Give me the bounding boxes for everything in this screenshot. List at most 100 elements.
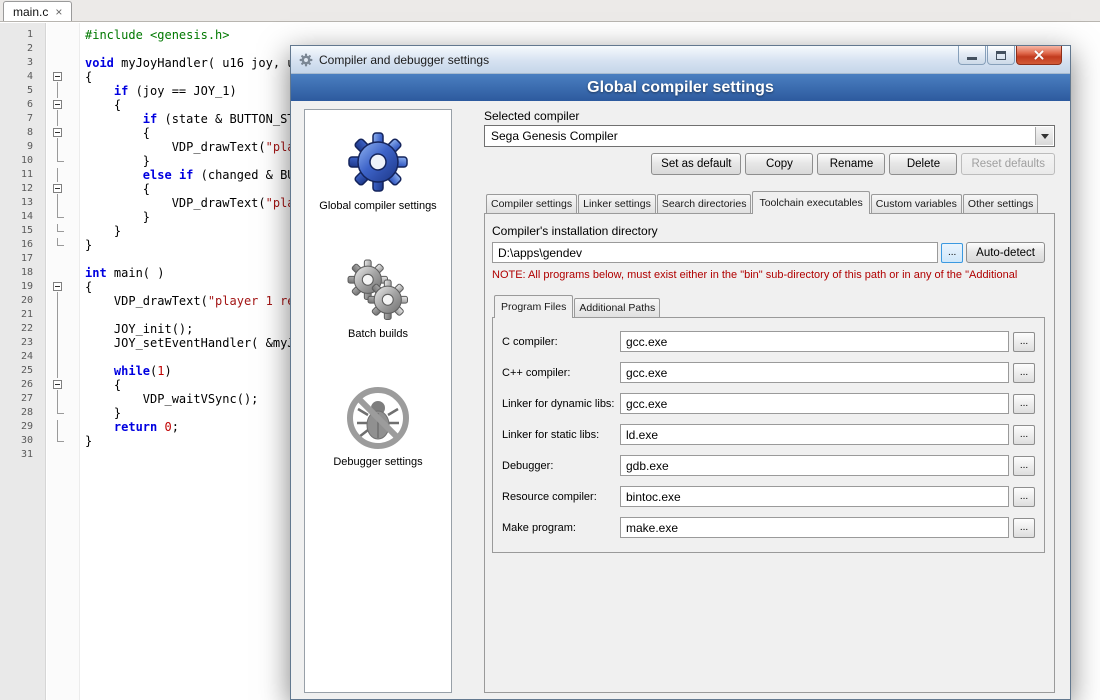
sidebar-item-debugger-settings[interactable]: Debugger settings: [305, 386, 451, 468]
code-text: #include <genesis.h>: [80, 28, 230, 42]
make-program-input[interactable]: [620, 517, 1009, 538]
tab-toolchain-executables[interactable]: Toolchain executables: [752, 191, 869, 214]
sidebar-item-global-compiler-settings[interactable]: Global compiler settings: [305, 130, 451, 212]
dialog-gear-icon: [299, 53, 313, 67]
fold-marker[interactable]: [40, 126, 80, 140]
linker-for-dynamic-libs-input[interactable]: [620, 393, 1009, 414]
fold-margin-cell: [40, 266, 80, 280]
copy-button[interactable]: Copy: [745, 153, 813, 175]
dialog-titlebar[interactable]: Compiler and debugger settings: [291, 46, 1070, 74]
editor-tab-label: main.c: [13, 5, 48, 19]
fold-margin-cell: [40, 28, 80, 42]
tab-compiler-settings[interactable]: Compiler settings: [486, 194, 577, 213]
line-number: 1: [0, 28, 40, 42]
fold-marker[interactable]: [40, 280, 80, 294]
compiler-dropdown-value: Sega Genesis Compiler: [491, 129, 618, 143]
dropdown-arrow-button[interactable]: [1035, 127, 1053, 145]
compiler-actions: Set as defaultCopyRenameDeleteReset defa…: [484, 153, 1055, 175]
fold-margin-cell: [40, 56, 80, 70]
program-row: Resource compiler:...: [502, 486, 1035, 507]
auto-detect-button[interactable]: Auto-detect: [966, 242, 1045, 263]
fold-margin-cell: [40, 350, 80, 364]
c-compiler-browse-button[interactable]: ...: [1013, 332, 1035, 352]
batch-gears-icon: [346, 258, 410, 322]
c-compiler-label: C compiler:: [502, 336, 620, 348]
line-number: 15: [0, 224, 40, 238]
code-text: }: [80, 154, 150, 168]
subtab-program-files[interactable]: Program Files: [494, 295, 573, 318]
code-line: 1 #include <genesis.h>: [0, 28, 1100, 42]
fold-margin-cell: [40, 154, 80, 168]
linker-for-dynamic-libs-browse-button[interactable]: ...: [1013, 394, 1035, 414]
compiler-settings-dialog: Compiler and debugger settings Global co…: [290, 45, 1071, 700]
fold-margin-cell: [40, 112, 80, 126]
linker-for-static-libs-input[interactable]: [620, 424, 1009, 445]
settings-tabbar: Compiler settingsLinker settingsSearch d…: [484, 191, 1055, 213]
line-number: 2: [0, 42, 40, 56]
close-icon: [1033, 49, 1045, 61]
debugger-browse-button[interactable]: ...: [1013, 456, 1035, 476]
tab-search-directories[interactable]: Search directories: [657, 194, 752, 213]
program-row: Linker for dynamic libs:...: [502, 393, 1035, 414]
line-number: 4: [0, 70, 40, 84]
code-text: VDP_drawText("play: [80, 196, 302, 210]
linker-for-static-libs-label: Linker for static libs:: [502, 429, 620, 441]
make-program-browse-button[interactable]: ...: [1013, 518, 1035, 538]
tab-linker-settings[interactable]: Linker settings: [578, 194, 656, 213]
program-row: C++ compiler:...: [502, 362, 1035, 383]
tab-close-icon[interactable]: ×: [55, 6, 62, 18]
fold-margin-cell: [40, 420, 80, 434]
linker-for-static-libs-browse-button[interactable]: ...: [1013, 425, 1035, 445]
c-compiler-input[interactable]: [620, 362, 1009, 383]
line-number: 19: [0, 280, 40, 294]
compiler-dropdown[interactable]: Sega Genesis Compiler: [484, 125, 1055, 147]
rename-button[interactable]: Rename: [817, 153, 885, 175]
fold-margin-cell: [40, 392, 80, 406]
line-number: 7: [0, 112, 40, 126]
tab-custom-variables[interactable]: Custom variables: [871, 194, 962, 213]
fold-marker[interactable]: [40, 378, 80, 392]
code-text: }: [80, 434, 92, 448]
code-text: [80, 448, 85, 462]
fold-marker[interactable]: [40, 182, 80, 196]
toolchain-executables-page: Compiler's installation directory ... Au…: [484, 213, 1055, 693]
line-number: 12: [0, 182, 40, 196]
tab-other-settings[interactable]: Other settings: [963, 194, 1038, 213]
fold-margin-cell: [40, 336, 80, 350]
fold-marker[interactable]: [40, 98, 80, 112]
maximize-button[interactable]: [987, 46, 1015, 65]
line-number: 18: [0, 266, 40, 280]
set-as-default-button[interactable]: Set as default: [651, 153, 741, 175]
code-text: {: [80, 70, 92, 84]
resource-compiler-input[interactable]: [620, 486, 1009, 507]
close-button[interactable]: [1016, 46, 1062, 65]
sidebar-item-batch-builds[interactable]: Batch builds: [305, 258, 451, 340]
delete-button[interactable]: Delete: [889, 153, 957, 175]
line-number: 20: [0, 294, 40, 308]
c-compiler-input[interactable]: [620, 331, 1009, 352]
debugger-input[interactable]: [620, 455, 1009, 476]
resource-compiler-browse-button[interactable]: ...: [1013, 487, 1035, 507]
subtab-additional-paths[interactable]: Additional Paths: [574, 298, 660, 317]
code-text: JOY_init();: [80, 322, 193, 336]
fold-marker[interactable]: [40, 70, 80, 84]
code-text: [80, 42, 85, 56]
line-number: 8: [0, 126, 40, 140]
code-text: void myJoyHandler( u16 joy, u1: [80, 56, 302, 70]
c-compiler-browse-button[interactable]: ...: [1013, 363, 1035, 383]
dialog-header: Global compiler settings: [291, 74, 1070, 101]
program-row: Debugger:...: [502, 455, 1035, 476]
no-bug-icon: [346, 386, 410, 450]
line-number: 5: [0, 84, 40, 98]
line-number: 14: [0, 210, 40, 224]
settings-category-list: Global compiler settings Batch builds: [304, 109, 452, 693]
program-files-tabbar: Program FilesAdditional Paths: [492, 295, 1045, 317]
line-number: 11: [0, 168, 40, 182]
minimize-button[interactable]: [958, 46, 986, 65]
fold-margin-cell: [40, 322, 80, 336]
make-program-label: Make program:: [502, 522, 620, 534]
install-dir-input[interactable]: [492, 242, 938, 263]
editor-tab-main-c[interactable]: main.c ×: [3, 1, 72, 21]
reset-defaults-button[interactable]: Reset defaults: [961, 153, 1055, 175]
install-dir-browse-button[interactable]: ...: [941, 243, 963, 263]
